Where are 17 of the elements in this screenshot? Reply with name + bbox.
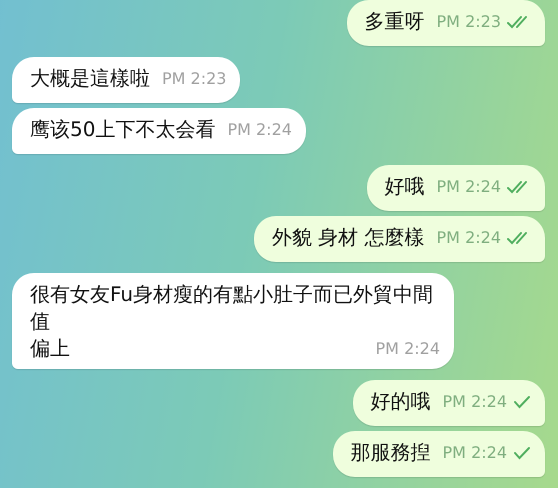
message-text: 好哦 [384,173,425,200]
message-time: PM 2:24 [436,228,501,247]
message-text: 很有女友Fu身材瘦的有點小肚子而已外貿中間值 [30,281,434,335]
message-text: 鹰该50上下不太会看 [30,116,216,143]
message-text: 外貌 身材 怎麼樣 [272,224,425,251]
message-time: PM 2:24 [376,339,440,358]
message-time: PM 2:23 [162,69,226,88]
message-text: 多重呀 [364,8,425,35]
message-text: 那服務揑 [350,439,431,466]
message-time: PM 2:24 [436,177,501,196]
message-time: PM 2:24 [442,392,507,411]
message-text: 好的哦 [370,388,431,415]
message-text: 偏上 [30,335,70,362]
message-time: PM 2:24 [227,120,292,139]
message-time: PM 2:24 [442,443,507,462]
message-time: PM 2:23 [436,12,501,31]
message-text: 大概是這樣啦 [30,65,150,92]
